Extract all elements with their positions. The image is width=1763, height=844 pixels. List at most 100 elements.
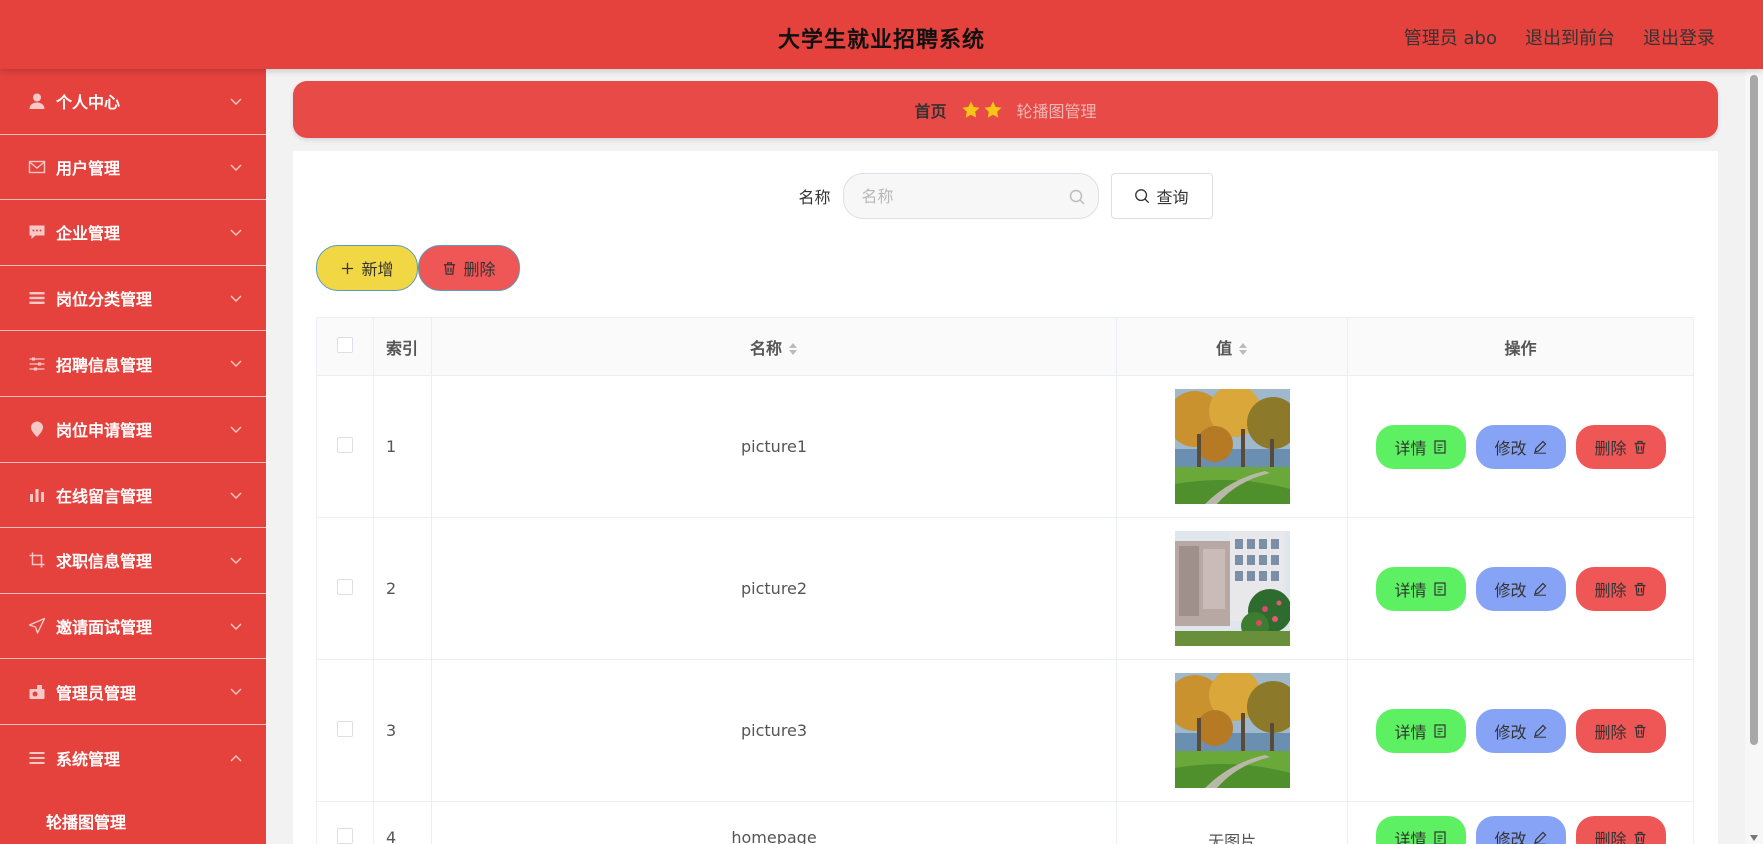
sidebar-item-job-application-management[interactable]: 岗位申请管理 — [0, 397, 266, 463]
top-header: 大学生就业招聘系统 管理员 abo 退出到前台 退出登录 — [0, 0, 1763, 69]
mail-icon — [28, 158, 46, 176]
row-checkbox[interactable] — [336, 436, 353, 453]
detail-button[interactable]: 详情 — [1375, 708, 1466, 753]
chevron-down-icon — [230, 288, 242, 302]
chevron-down-icon — [230, 157, 242, 171]
edit-button[interactable]: 修改 — [1475, 424, 1566, 469]
admin-user-link[interactable]: 管理员 abo — [1404, 24, 1497, 50]
row-checkbox[interactable] — [336, 578, 353, 595]
sidebar-item-personal-center[interactable]: 个人中心 — [0, 69, 266, 135]
row-check-cell — [316, 375, 374, 518]
logout-link[interactable]: 退出登录 — [1643, 24, 1715, 50]
detail-button[interactable]: 详情 — [1375, 424, 1466, 469]
content-panel: 名称 查询 新增 删除 索引 — [293, 151, 1718, 844]
delete-button[interactable]: 删除 — [1575, 424, 1666, 469]
search-icon — [1069, 189, 1084, 205]
row-index: 3 — [372, 659, 432, 802]
detail-button[interactable]: 详情 — [1375, 816, 1466, 844]
row-name: picture3 — [430, 659, 1118, 802]
table-header-row: 索引 名称 值 操作 — [316, 317, 1694, 376]
edit-button[interactable]: 修改 — [1475, 708, 1566, 753]
detail-button[interactable]: 详情 — [1375, 566, 1466, 611]
delete-button[interactable]: 删除 — [1575, 566, 1666, 611]
row-index: 2 — [372, 517, 432, 660]
chevron-down-icon — [230, 91, 242, 105]
trash-icon — [444, 261, 456, 275]
search-input[interactable] — [861, 186, 1062, 206]
detail-label: 详情 — [1394, 830, 1427, 844]
sidebar-item-user-management[interactable]: 用户管理 — [0, 135, 266, 201]
campus-building-image — [1174, 531, 1290, 646]
batch-delete-button[interactable]: 删除 — [418, 245, 520, 291]
table-row: 2 picture2 详情 修改 删除 — [316, 517, 1694, 660]
back-to-frontend-link[interactable]: 退出到前台 — [1525, 24, 1615, 50]
edit-label: 修改 — [1494, 438, 1527, 458]
trash-icon — [1634, 440, 1646, 454]
row-index: 4 — [372, 801, 432, 844]
search-box — [842, 173, 1099, 219]
sidebar-item-interview-invitation-management[interactable]: 邀请面试管理 — [0, 594, 266, 660]
chevron-down-icon — [230, 616, 242, 630]
sort-icon[interactable] — [1238, 341, 1248, 357]
column-header-name[interactable]: 名称 — [430, 317, 1118, 376]
sidebar-subitem-carousel-management[interactable]: 轮播图管理 — [0, 791, 266, 844]
breadcrumb-home[interactable]: 首页 — [914, 98, 946, 122]
trash-icon — [1634, 831, 1646, 844]
document-icon — [1433, 439, 1446, 454]
row-checkbox[interactable] — [336, 720, 353, 737]
sidebar-item-online-message-management[interactable]: 在线留言管理 — [0, 463, 266, 529]
sidebar-item-label: 个人中心 — [56, 93, 121, 113]
document-icon — [1433, 831, 1446, 844]
pin-icon — [28, 420, 46, 438]
search-row: 名称 查询 — [293, 173, 1718, 219]
sidebar-item-job-seeking-info-management[interactable]: 求职信息管理 — [0, 528, 266, 594]
row-value-cell — [1116, 659, 1349, 802]
star-icon — [984, 101, 1001, 118]
row-ops-cell: 详情 修改 删除 — [1347, 375, 1694, 518]
edit-button[interactable]: 修改 — [1475, 816, 1566, 844]
star-icon — [962, 101, 979, 118]
add-button[interactable]: 新增 — [316, 245, 418, 291]
table-row: 4 homepage 无图片 详情 修改 删除 — [316, 801, 1694, 844]
sidebar-item-system-management[interactable]: 系统管理 — [0, 725, 266, 791]
edit-label: 修改 — [1494, 722, 1527, 742]
column-header-value[interactable]: 值 — [1116, 317, 1349, 376]
autumn-campus-image — [1174, 389, 1290, 504]
row-ops-cell: 详情 修改 删除 — [1347, 517, 1694, 660]
breadcrumb-current: 轮播图管理 — [1016, 101, 1097, 121]
delete-button[interactable]: 删除 — [1575, 816, 1666, 844]
detail-label: 详情 — [1394, 580, 1427, 600]
delete-button[interactable]: 删除 — [1575, 708, 1666, 753]
vertical-scrollbar[interactable] — [1745, 69, 1763, 844]
data-table: 索引 名称 值 操作 1 picture1 详情 修改 删除 2 picture… — [316, 317, 1694, 844]
sidebar-item-job-category-management[interactable]: 岗位分类管理 — [0, 266, 266, 332]
sort-icon[interactable] — [788, 341, 798, 357]
detail-label: 详情 — [1394, 722, 1427, 742]
row-ops-cell: 详情 修改 删除 — [1347, 659, 1694, 802]
row-actions: 详情 修改 删除 — [1348, 424, 1693, 469]
row-checkbox[interactable] — [336, 828, 353, 844]
edit-button[interactable]: 修改 — [1475, 566, 1566, 611]
edit-icon — [1533, 582, 1546, 596]
document-icon — [1433, 723, 1446, 738]
sidebar-item-label: 岗位申请管理 — [56, 421, 153, 441]
delete-label: 删除 — [1594, 830, 1627, 844]
table-row: 3 picture3 详情 修改 删除 — [316, 659, 1694, 802]
select-all-checkbox[interactable] — [336, 336, 353, 353]
query-button[interactable]: 查询 — [1110, 173, 1213, 219]
row-actions: 详情 修改 删除 — [1348, 708, 1693, 753]
sidebar-item-recruitment-info-management[interactable]: 招聘信息管理 — [0, 331, 266, 397]
row-check-cell — [316, 801, 374, 844]
sidebar-item-label: 管理员管理 — [56, 683, 137, 703]
scrollbar-thumb[interactable] — [1750, 75, 1758, 745]
chevron-up-icon — [230, 747, 242, 762]
scroll-down-arrow-icon[interactable] — [1749, 834, 1759, 842]
detail-label: 详情 — [1394, 438, 1427, 458]
edit-icon — [1533, 831, 1546, 844]
list-icon — [28, 289, 46, 307]
delete-label: 删除 — [1594, 722, 1627, 742]
chevron-down-icon — [230, 550, 242, 565]
sidebar-item-label: 招聘信息管理 — [56, 355, 153, 375]
sidebar-item-admin-management[interactable]: 管理员管理 — [0, 659, 266, 725]
sidebar-item-enterprise-management[interactable]: 企业管理 — [0, 200, 266, 266]
